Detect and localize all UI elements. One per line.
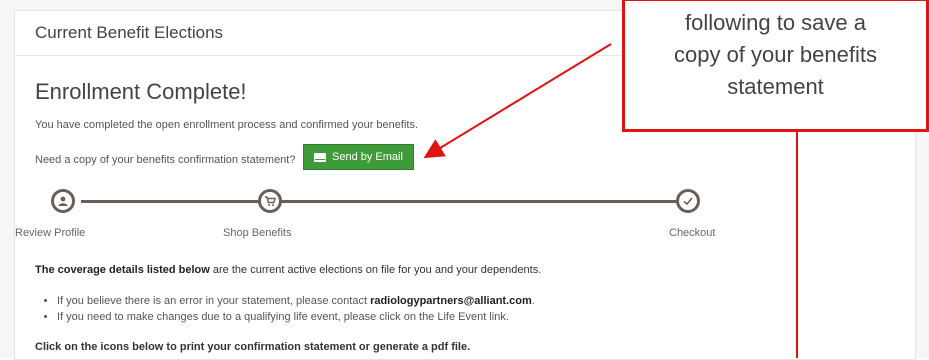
confirmation-question: Need a copy of your benefits confirmatio…	[35, 154, 296, 166]
check-icon	[683, 197, 693, 206]
send-by-email-button[interactable]: Send by Email	[303, 144, 414, 170]
coverage-details-bold: The coverage details listed below	[35, 264, 210, 276]
print-instructions: Click on the icons below to print your c…	[35, 341, 471, 353]
envelope-icon	[314, 152, 326, 162]
stepper-line	[81, 200, 697, 203]
enrollment-stepper: Review Profile Shop Benefits Checkout	[15, 179, 915, 249]
panel-title: Current Benefit Elections	[35, 23, 224, 42]
annotation-callout: following to save a copy of your benefit…	[622, 0, 929, 132]
step-label-review-profile: Review Profile	[15, 227, 86, 239]
user-icon	[58, 196, 68, 206]
coverage-bullets: If you believe there is an error in your…	[43, 295, 535, 327]
bullet-tail: .	[531, 295, 535, 307]
step-label-checkout: Checkout	[669, 227, 716, 239]
step-label-shop-benefits: Shop Benefits	[223, 227, 292, 239]
enrollment-complete-heading: Enrollment Complete!	[35, 79, 247, 104]
callout-text: following to save a copy of your benefit…	[673, 10, 877, 99]
contact-email-link[interactable]: radiologypartners@alliant.com	[370, 295, 532, 307]
list-item: If you need to make changes due to a qua…	[57, 311, 535, 323]
bullet-text: If you believe there is an error in your…	[57, 295, 371, 307]
coverage-details-rest: are the current active elections on file…	[209, 264, 542, 276]
completed-text: You have completed the open enrollment p…	[35, 119, 418, 131]
list-item: If you believe there is an error in your…	[57, 295, 535, 307]
bullet-text: If you need to make changes due to a qua…	[57, 311, 509, 323]
step-review-profile[interactable]	[51, 189, 75, 213]
coverage-details-text: The coverage details listed below are th…	[35, 264, 541, 276]
step-checkout[interactable]	[676, 189, 700, 213]
send-by-email-label: Send by Email	[332, 151, 403, 163]
cart-icon	[265, 196, 276, 206]
step-shop-benefits[interactable]	[258, 189, 282, 213]
